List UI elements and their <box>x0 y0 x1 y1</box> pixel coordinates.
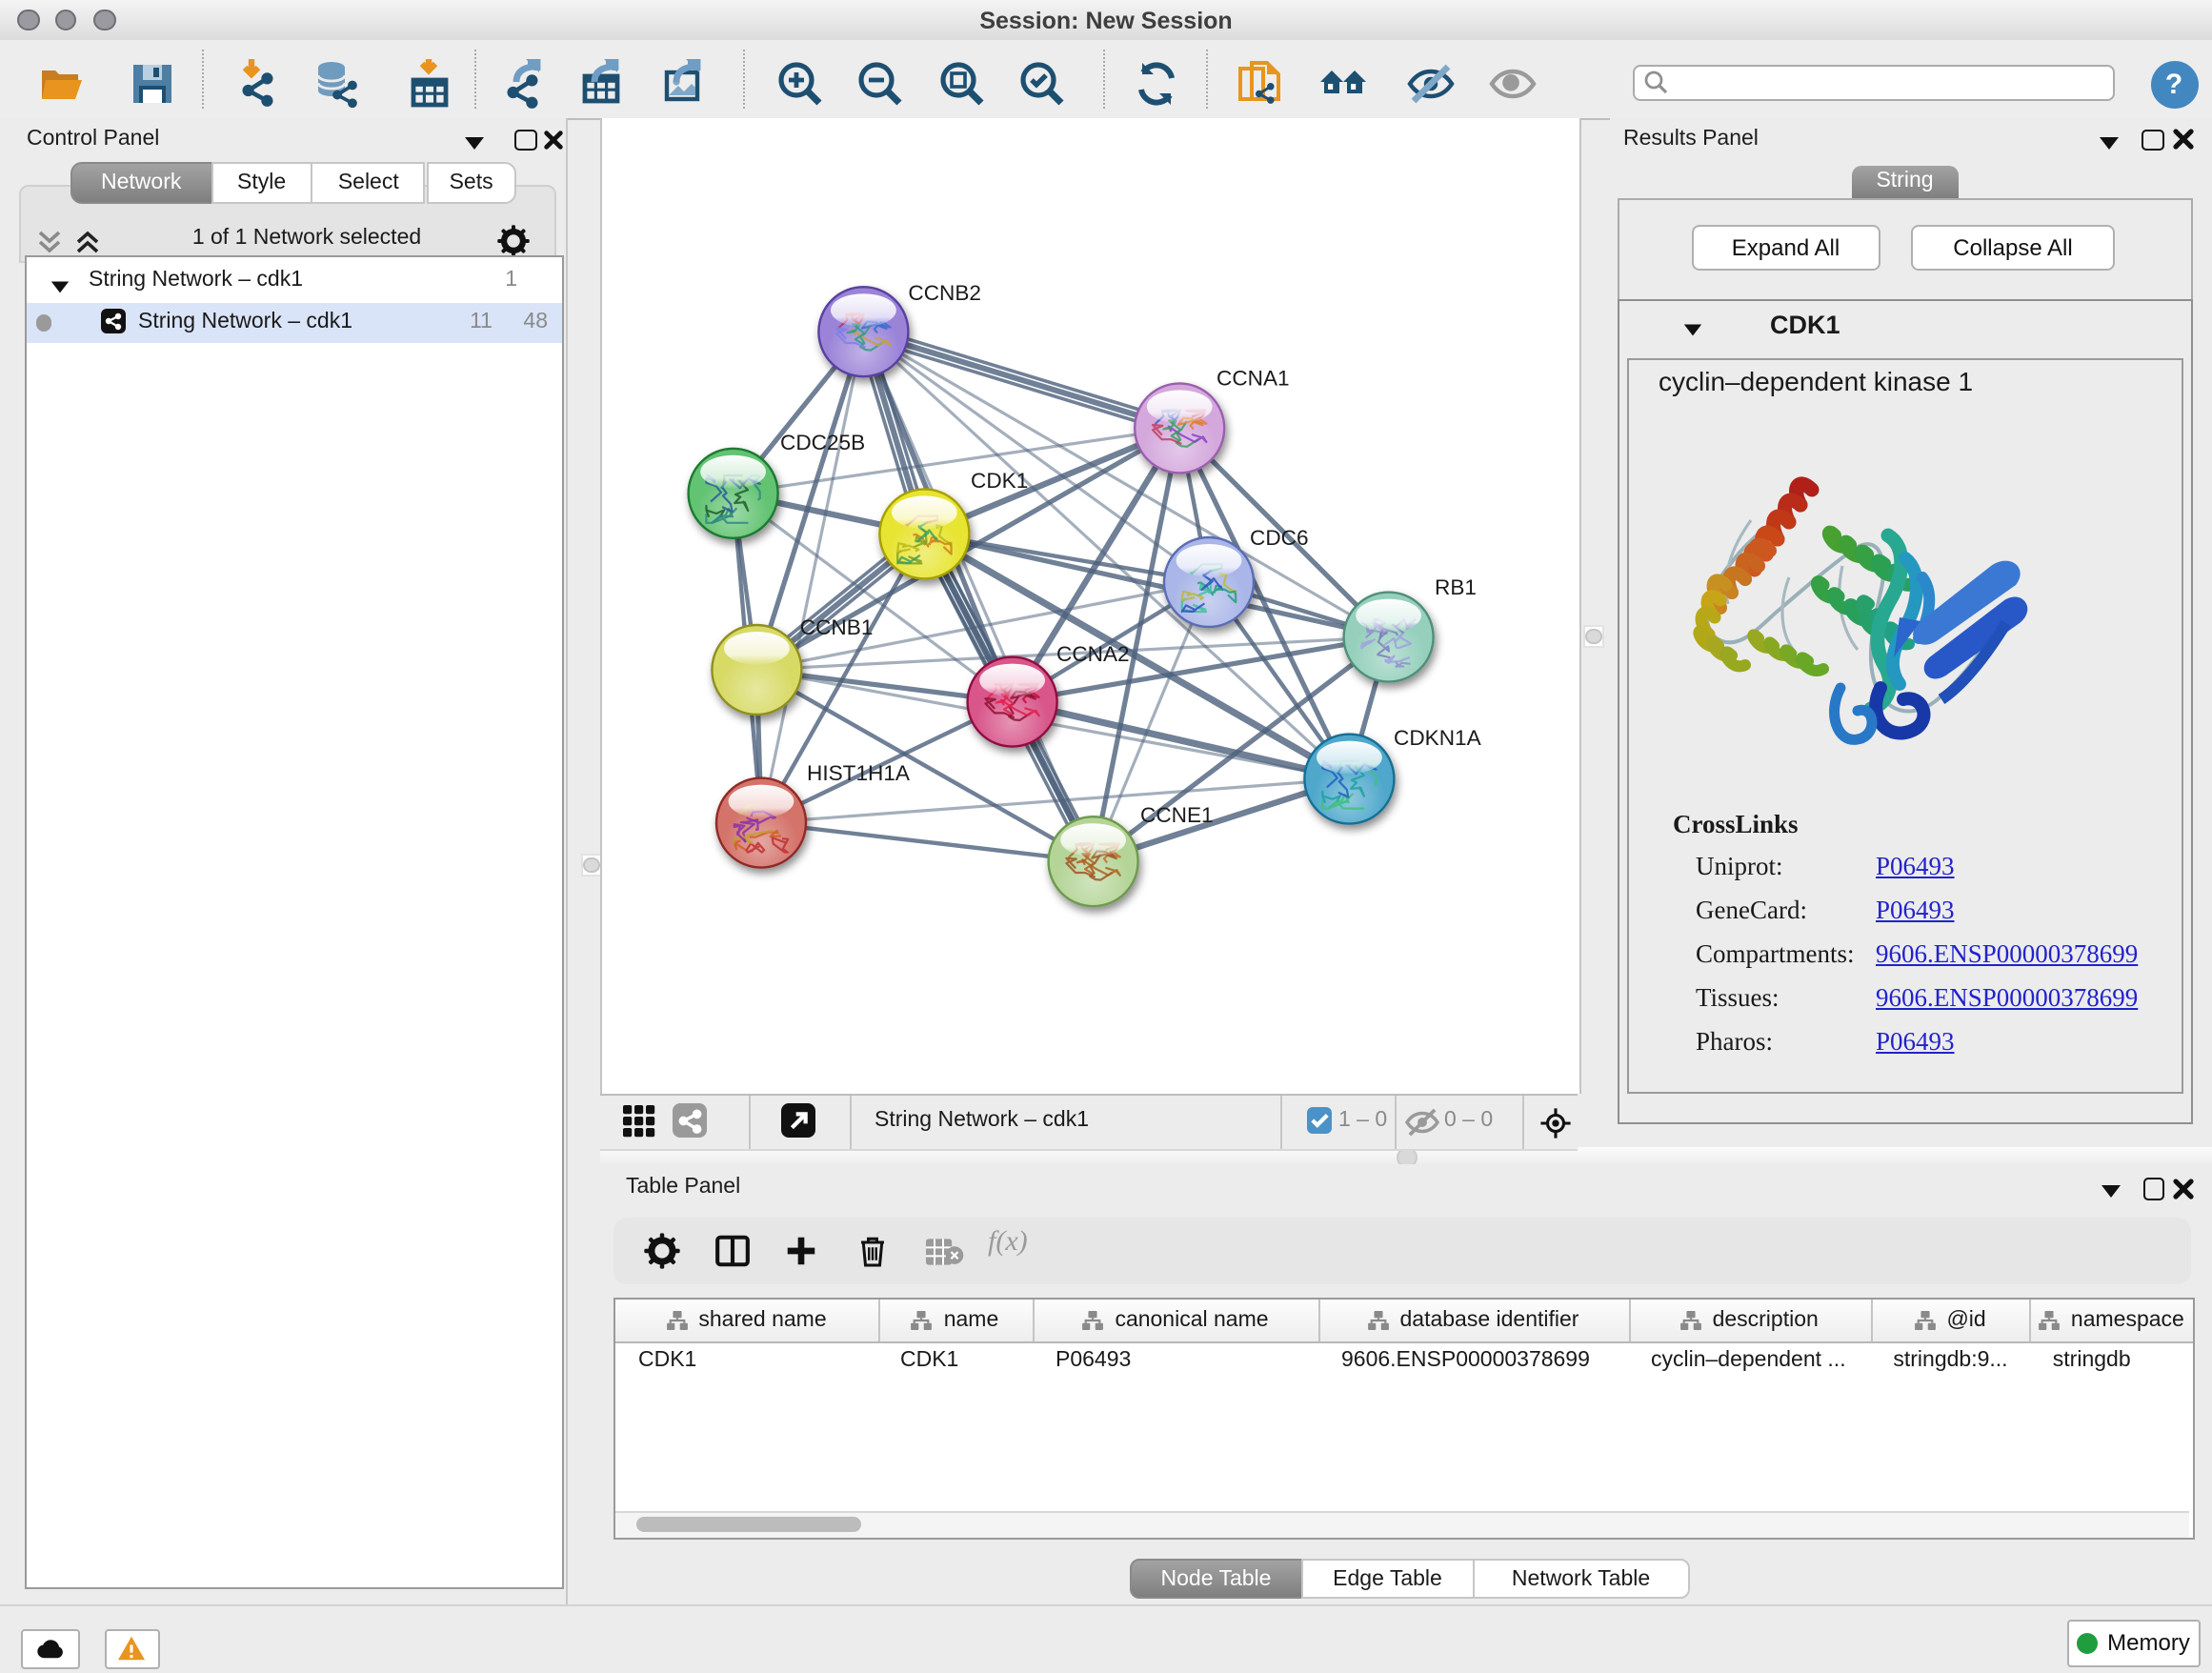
svg-text:CCNA1: CCNA1 <box>1216 366 1289 390</box>
svg-text:CCNE1: CCNE1 <box>1139 803 1213 827</box>
svg-text:RB1: RB1 <box>1434 575 1476 599</box>
svg-text:HIST1H1A: HIST1H1A <box>806 761 910 785</box>
svg-text:CCNA2: CCNA2 <box>1056 642 1129 666</box>
svg-text:CDC6: CDC6 <box>1249 526 1308 550</box>
svg-text:CCNB1: CCNB1 <box>799 615 873 639</box>
svg-text:CCNB2: CCNB2 <box>907 281 980 305</box>
svg-text:CDC25B: CDC25B <box>779 431 864 454</box>
svg-text:CDK1: CDK1 <box>970 469 1027 493</box>
svg-text:CDKN1A: CDKN1A <box>1393 726 1481 750</box>
